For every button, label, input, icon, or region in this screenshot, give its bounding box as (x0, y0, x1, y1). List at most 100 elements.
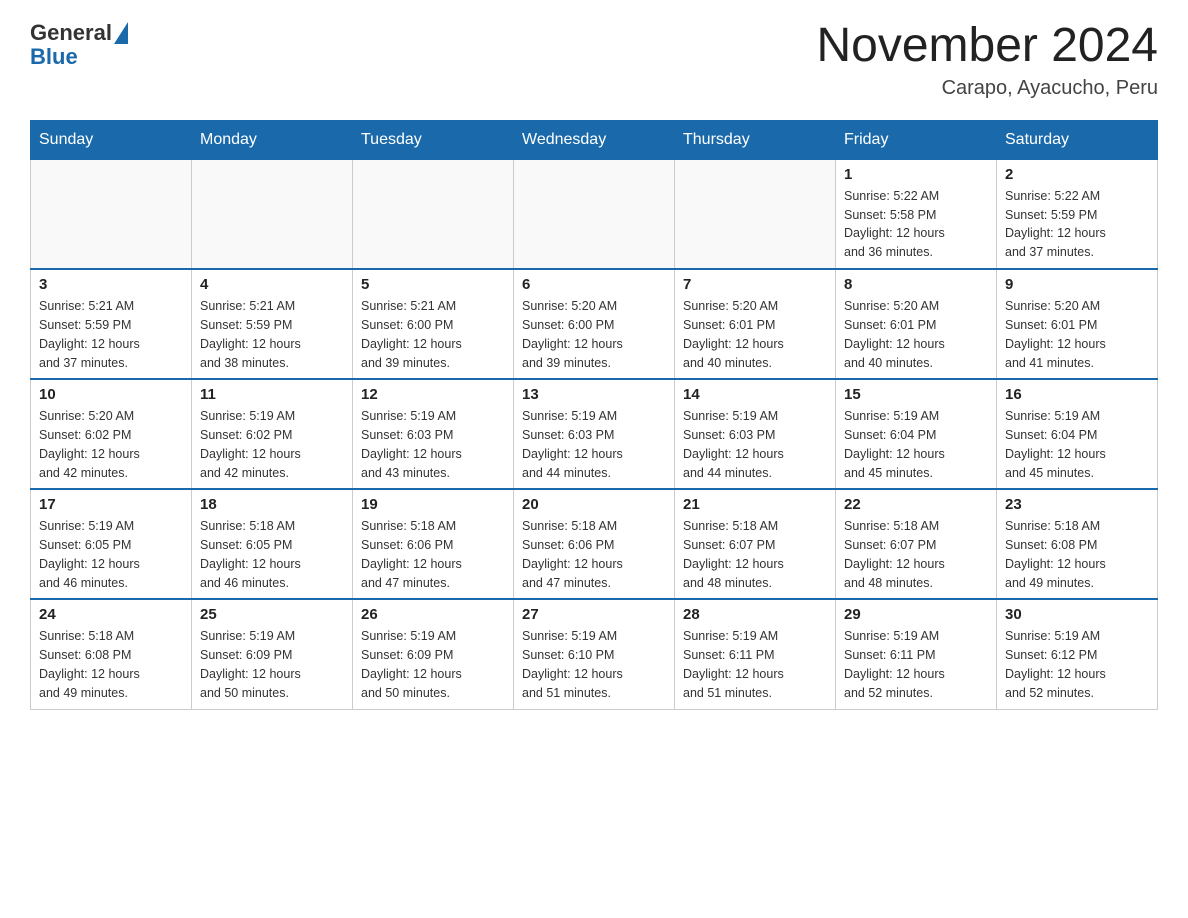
day-number: 16 (1005, 386, 1149, 403)
calendar-subtitle: Carapo, Ayacucho, Peru (816, 77, 1158, 100)
day-number: 9 (1005, 276, 1149, 293)
logo-text-blue: Blue (30, 44, 78, 69)
day-info: Sunrise: 5:19 AMSunset: 6:12 PMDaylight:… (1005, 627, 1149, 702)
calendar-cell (353, 159, 514, 269)
day-info: Sunrise: 5:19 AMSunset: 6:11 PMDaylight:… (683, 627, 827, 702)
logo-triangle-icon (114, 22, 128, 44)
calendar-week-4: 17 Sunrise: 5:19 AMSunset: 6:05 PMDayligh… (31, 489, 1158, 599)
day-number: 30 (1005, 606, 1149, 623)
day-info: Sunrise: 5:19 AMSunset: 6:05 PMDaylight:… (39, 517, 183, 592)
day-info: Sunrise: 5:21 AMSunset: 5:59 PMDaylight:… (39, 297, 183, 372)
calendar-title: November 2024 (816, 20, 1158, 73)
calendar-cell: 30 Sunrise: 5:19 AMSunset: 6:12 PMDayligh… (997, 599, 1158, 709)
day-number: 21 (683, 496, 827, 513)
calendar-cell: 27 Sunrise: 5:19 AMSunset: 6:10 PMDayligh… (514, 599, 675, 709)
day-number: 14 (683, 386, 827, 403)
calendar-cell: 8 Sunrise: 5:20 AMSunset: 6:01 PMDaylight… (836, 269, 997, 379)
day-info: Sunrise: 5:19 AMSunset: 6:02 PMDaylight:… (200, 407, 344, 482)
day-info: Sunrise: 5:18 AMSunset: 6:07 PMDaylight:… (683, 517, 827, 592)
weekday-header-tuesday: Tuesday (353, 120, 514, 159)
day-info: Sunrise: 5:20 AMSunset: 6:01 PMDaylight:… (1005, 297, 1149, 372)
day-info: Sunrise: 5:22 AMSunset: 5:58 PMDaylight:… (844, 187, 988, 262)
calendar-cell: 18 Sunrise: 5:18 AMSunset: 6:05 PMDayligh… (192, 489, 353, 599)
day-info: Sunrise: 5:20 AMSunset: 6:02 PMDaylight:… (39, 407, 183, 482)
day-info: Sunrise: 5:20 AMSunset: 6:01 PMDaylight:… (683, 297, 827, 372)
day-info: Sunrise: 5:19 AMSunset: 6:03 PMDaylight:… (522, 407, 666, 482)
calendar-cell: 1 Sunrise: 5:22 AMSunset: 5:58 PMDaylight… (836, 159, 997, 269)
logo: General Blue (30, 20, 128, 70)
day-number: 4 (200, 276, 344, 293)
calendar-cell: 9 Sunrise: 5:20 AMSunset: 6:01 PMDaylight… (997, 269, 1158, 379)
day-info: Sunrise: 5:18 AMSunset: 6:08 PMDaylight:… (39, 627, 183, 702)
day-number: 7 (683, 276, 827, 293)
day-number: 20 (522, 496, 666, 513)
calendar-cell: 12 Sunrise: 5:19 AMSunset: 6:03 PMDayligh… (353, 379, 514, 489)
day-number: 19 (361, 496, 505, 513)
day-number: 26 (361, 606, 505, 623)
weekday-header-monday: Monday (192, 120, 353, 159)
calendar-week-1: 1 Sunrise: 5:22 AMSunset: 5:58 PMDaylight… (31, 159, 1158, 269)
day-info: Sunrise: 5:21 AMSunset: 5:59 PMDaylight:… (200, 297, 344, 372)
weekday-header-row: SundayMondayTuesdayWednesdayThursdayFrid… (31, 120, 1158, 159)
title-block: November 2024 Carapo, Ayacucho, Peru (816, 20, 1158, 100)
day-number: 2 (1005, 166, 1149, 183)
calendar-cell: 4 Sunrise: 5:21 AMSunset: 5:59 PMDaylight… (192, 269, 353, 379)
calendar-cell (192, 159, 353, 269)
calendar-cell: 3 Sunrise: 5:21 AMSunset: 5:59 PMDaylight… (31, 269, 192, 379)
day-info: Sunrise: 5:18 AMSunset: 6:05 PMDaylight:… (200, 517, 344, 592)
day-info: Sunrise: 5:21 AMSunset: 6:00 PMDaylight:… (361, 297, 505, 372)
calendar-cell (31, 159, 192, 269)
day-number: 17 (39, 496, 183, 513)
day-info: Sunrise: 5:20 AMSunset: 6:01 PMDaylight:… (844, 297, 988, 372)
day-number: 22 (844, 496, 988, 513)
day-number: 28 (683, 606, 827, 623)
day-number: 24 (39, 606, 183, 623)
day-number: 13 (522, 386, 666, 403)
day-info: Sunrise: 5:19 AMSunset: 6:10 PMDaylight:… (522, 627, 666, 702)
calendar-week-2: 3 Sunrise: 5:21 AMSunset: 5:59 PMDaylight… (31, 269, 1158, 379)
calendar-cell: 19Sunrise: 5:18 AMSunset: 6:06 PMDayligh… (353, 489, 514, 599)
weekday-header-wednesday: Wednesday (514, 120, 675, 159)
day-number: 3 (39, 276, 183, 293)
day-number: 8 (844, 276, 988, 293)
day-number: 6 (522, 276, 666, 293)
calendar-cell: 10 Sunrise: 5:20 AMSunset: 6:02 PMDayligh… (31, 379, 192, 489)
day-number: 27 (522, 606, 666, 623)
calendar-week-5: 24 Sunrise: 5:18 AMSunset: 6:08 PMDayligh… (31, 599, 1158, 709)
day-number: 1 (844, 166, 988, 183)
calendar-cell: 7 Sunrise: 5:20 AMSunset: 6:01 PMDaylight… (675, 269, 836, 379)
day-number: 10 (39, 386, 183, 403)
calendar-cell: 25 Sunrise: 5:19 AMSunset: 6:09 PMDayligh… (192, 599, 353, 709)
day-number: 25 (200, 606, 344, 623)
day-number: 23 (1005, 496, 1149, 513)
day-info: Sunrise: 5:19 AMSunset: 6:09 PMDaylight:… (200, 627, 344, 702)
page-header: General Blue November 2024 Carapo, Ayacu… (30, 20, 1158, 100)
calendar-cell: 14Sunrise: 5:19 AMSunset: 6:03 PMDayligh… (675, 379, 836, 489)
day-info: Sunrise: 5:19 AMSunset: 6:04 PMDaylight:… (1005, 407, 1149, 482)
calendar-cell: 20Sunrise: 5:18 AMSunset: 6:06 PMDayligh… (514, 489, 675, 599)
calendar-week-3: 10 Sunrise: 5:20 AMSunset: 6:02 PMDayligh… (31, 379, 1158, 489)
weekday-header-saturday: Saturday (997, 120, 1158, 159)
calendar-cell: 16 Sunrise: 5:19 AMSunset: 6:04 PMDayligh… (997, 379, 1158, 489)
day-number: 12 (361, 386, 505, 403)
weekday-header-thursday: Thursday (675, 120, 836, 159)
weekday-header-friday: Friday (836, 120, 997, 159)
calendar-cell: 26Sunrise: 5:19 AMSunset: 6:09 PMDayligh… (353, 599, 514, 709)
calendar-cell: 28 Sunrise: 5:19 AMSunset: 6:11 PMDayligh… (675, 599, 836, 709)
day-info: Sunrise: 5:19 AMSunset: 6:03 PMDaylight:… (361, 407, 505, 482)
day-number: 18 (200, 496, 344, 513)
calendar-cell (675, 159, 836, 269)
calendar-cell: 29Sunrise: 5:19 AMSunset: 6:11 PMDayligh… (836, 599, 997, 709)
weekday-header-sunday: Sunday (31, 120, 192, 159)
day-info: Sunrise: 5:20 AMSunset: 6:00 PMDaylight:… (522, 297, 666, 372)
calendar-cell: 17 Sunrise: 5:19 AMSunset: 6:05 PMDayligh… (31, 489, 192, 599)
calendar-cell: 15Sunrise: 5:19 AMSunset: 6:04 PMDayligh… (836, 379, 997, 489)
day-info: Sunrise: 5:18 AMSunset: 6:08 PMDaylight:… (1005, 517, 1149, 592)
day-info: Sunrise: 5:19 AMSunset: 6:04 PMDaylight:… (844, 407, 988, 482)
day-number: 5 (361, 276, 505, 293)
calendar-cell: 23 Sunrise: 5:18 AMSunset: 6:08 PMDayligh… (997, 489, 1158, 599)
calendar-cell: 21 Sunrise: 5:18 AMSunset: 6:07 PMDayligh… (675, 489, 836, 599)
calendar-cell: 2 Sunrise: 5:22 AMSunset: 5:59 PMDaylight… (997, 159, 1158, 269)
day-info: Sunrise: 5:22 AMSunset: 5:59 PMDaylight:… (1005, 187, 1149, 262)
calendar-cell: 5 Sunrise: 5:21 AMSunset: 6:00 PMDaylight… (353, 269, 514, 379)
